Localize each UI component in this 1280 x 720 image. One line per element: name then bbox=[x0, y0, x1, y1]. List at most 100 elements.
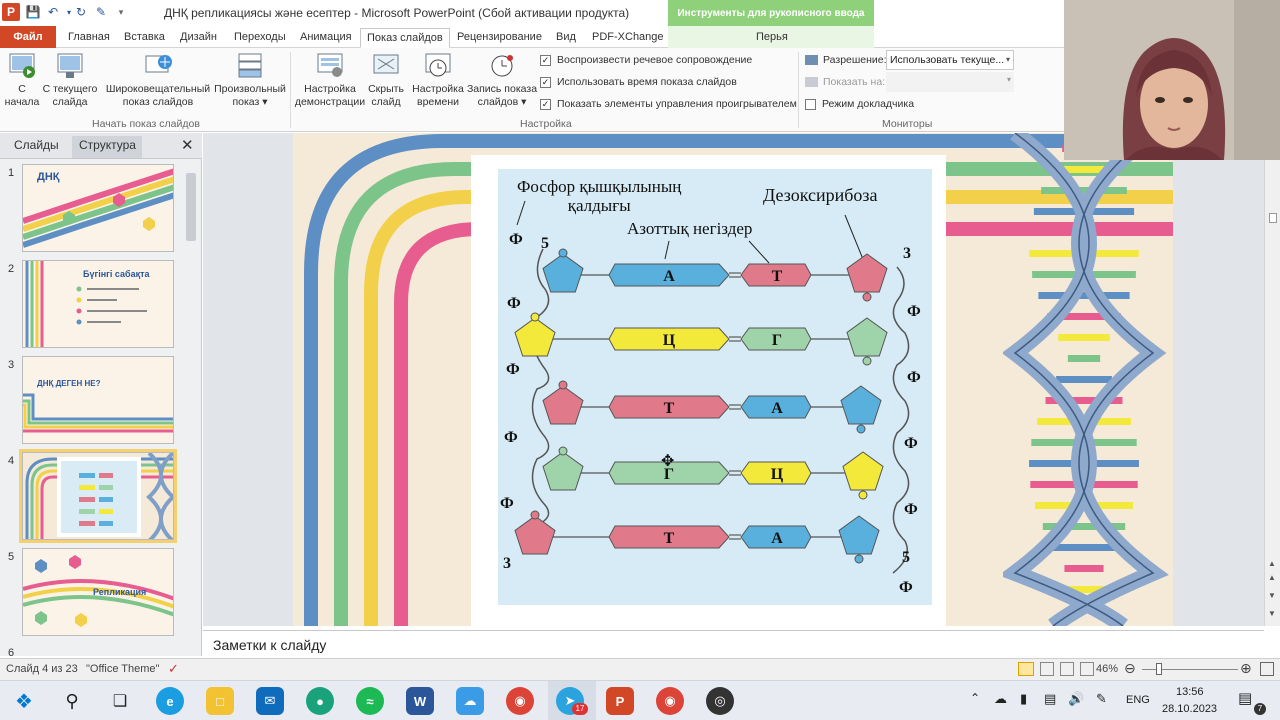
record-show-button[interactable]: Запись показа слайдов ▾ bbox=[466, 52, 538, 109]
onedrive-icon[interactable]: ☁ bbox=[456, 687, 484, 715]
slide-thumbnail-5[interactable]: Репликация bbox=[22, 548, 174, 636]
network-icon[interactable]: ▤ bbox=[1044, 691, 1056, 707]
powerpoint-app-icon[interactable]: P bbox=[2, 3, 20, 21]
checkbox-box[interactable] bbox=[540, 54, 551, 66]
save-icon[interactable]: 💾 bbox=[24, 3, 42, 21]
slide-vertical-scrollbar[interactable]: ▲ ▲ ▼ ▼ bbox=[1264, 133, 1280, 626]
from-start-button[interactable]: С начала bbox=[4, 52, 40, 109]
show-on-select[interactable]: ▾ bbox=[886, 72, 1014, 92]
presenter-view-checkbox[interactable]: Режим докладчика bbox=[805, 98, 914, 110]
store-app-icon[interactable]: ● bbox=[306, 687, 334, 715]
use-timings-checkbox[interactable]: Использовать время показа слайдов bbox=[540, 76, 737, 88]
notification-count: 7 bbox=[1254, 703, 1266, 715]
normal-view-icon[interactable] bbox=[1018, 662, 1034, 676]
zoom-in-icon[interactable]: ⊕ bbox=[1240, 660, 1252, 677]
tab-home[interactable]: Главная bbox=[62, 28, 116, 48]
rehearse-timings-icon bbox=[423, 52, 453, 80]
checkbox-box[interactable] bbox=[540, 76, 551, 88]
resolution-select[interactable]: Использовать текуще... ▾ bbox=[886, 50, 1014, 70]
edge-browser-icon[interactable]: e bbox=[156, 687, 184, 715]
slide-thumbnail-4[interactable] bbox=[19, 449, 177, 543]
helix-rung bbox=[1038, 292, 1130, 299]
search-icon[interactable]: ⚲ bbox=[58, 687, 86, 715]
scroll-thumb[interactable] bbox=[1269, 213, 1277, 223]
resolution-control: Разрешение: bbox=[805, 54, 887, 66]
chrome-icon[interactable]: ◉ bbox=[506, 687, 534, 715]
language-indicator[interactable]: ENG bbox=[1126, 694, 1150, 706]
checkbox-box[interactable] bbox=[540, 98, 551, 110]
clock-time[interactable]: 13:56 bbox=[1176, 686, 1204, 698]
broadcast-button[interactable]: Широковещательный показ слайдов bbox=[104, 52, 212, 109]
word-icon[interactable]: W bbox=[406, 687, 434, 715]
checkbox-box[interactable] bbox=[805, 98, 816, 110]
setup-show-button[interactable]: Настройка демонстрации bbox=[294, 52, 366, 109]
notification-center-icon[interactable]: ▤ bbox=[1238, 689, 1252, 707]
mail-icon[interactable]: ✉ bbox=[256, 687, 284, 715]
zoom-out-icon[interactable]: ⊖ bbox=[1124, 660, 1136, 677]
redo-icon[interactable]: ↻ bbox=[72, 3, 90, 21]
deoxyribose-sugar-right bbox=[838, 515, 880, 555]
clock-date[interactable]: 28.10.2023 bbox=[1162, 703, 1217, 715]
pen-workspace-icon[interactable]: ✎ bbox=[1096, 691, 1107, 707]
tab-design[interactable]: Дизайн bbox=[174, 28, 223, 48]
deoxyribose-sugar-right bbox=[842, 451, 884, 491]
fit-to-window-icon[interactable] bbox=[1260, 662, 1274, 676]
group-separator bbox=[798, 52, 799, 128]
spotify-icon[interactable]: ≈ bbox=[356, 687, 384, 715]
next-slide-icon[interactable]: ▼ bbox=[1268, 591, 1276, 600]
zoom-slider-thumb[interactable] bbox=[1156, 663, 1162, 675]
play-narrations-checkbox[interactable]: Воспроизвести речевое сопровождение bbox=[540, 54, 752, 66]
battery-icon[interactable]: ▮ bbox=[1020, 691, 1027, 707]
slides-pane-scrollbar-thumb[interactable] bbox=[186, 173, 196, 241]
tab-file[interactable]: Файл bbox=[0, 26, 56, 48]
show-hidden-icons-icon[interactable]: ⌃ bbox=[970, 691, 980, 705]
reading-view-icon[interactable] bbox=[1060, 662, 1074, 676]
tab-pdf-xchange[interactable]: PDF-XChange bbox=[586, 28, 670, 48]
tab-review[interactable]: Рецензирование bbox=[451, 28, 548, 48]
phosphate-label: Ф bbox=[506, 361, 520, 378]
scroll-up-icon[interactable]: ▲ bbox=[1268, 559, 1276, 568]
customize-toolbar-icon[interactable]: ▾ bbox=[112, 3, 130, 21]
slide-number: 1 bbox=[8, 167, 15, 179]
custom-show-button[interactable]: Произвольный показ ▾ bbox=[212, 52, 288, 109]
five-prime-label: 5 bbox=[902, 549, 910, 566]
volume-icon[interactable]: 🔊 bbox=[1068, 691, 1084, 707]
slide-thumb-title: ДНҚ bbox=[37, 171, 60, 183]
slideshow-view-icon[interactable] bbox=[1080, 662, 1094, 676]
windows-taskbar: ❖ ⚲ ❏ e □ ✉ ● ≈ W ☁ ◉ ➤ 17 P ◉ ◎ ⌃ ☁ ▮ ▤… bbox=[0, 680, 1280, 720]
tab-animations[interactable]: Анимация bbox=[294, 28, 358, 48]
previous-slide-icon[interactable]: ▲ bbox=[1268, 573, 1276, 582]
tab-slideshow[interactable]: Показ слайдов bbox=[360, 28, 450, 48]
from-current-button[interactable]: С текущего слайда bbox=[42, 52, 98, 109]
title-bar: P 💾 ↶ ▾ ↻ ✎ ▾ ДНҚ репликациясы және есеп… bbox=[0, 0, 1064, 26]
pen-icon[interactable]: ✎ bbox=[92, 3, 110, 21]
tab-slides[interactable]: Слайды bbox=[14, 138, 59, 152]
current-slide[interactable]: АТЦГТАГЦТА Фосфор қышқылының қалдығы Дез… bbox=[293, 133, 1173, 626]
slide-thumbnail-2[interactable]: Бүгінгі сабақта bbox=[22, 260, 174, 348]
hide-slide-button[interactable]: Скрыть слайд bbox=[366, 52, 406, 109]
slide-3-art bbox=[23, 393, 173, 433]
slide-thumbnail-3[interactable]: ДНҚ ДЕГЕН НЕ? bbox=[22, 356, 174, 444]
cloud-sync-icon[interactable]: ☁ bbox=[994, 691, 1007, 707]
chrome-profile-icon[interactable]: ◉ bbox=[656, 687, 684, 715]
close-icon[interactable]: ✕ bbox=[181, 136, 194, 154]
slide-sorter-icon[interactable] bbox=[1040, 662, 1054, 676]
tab-outline[interactable]: Структура bbox=[79, 138, 136, 152]
sugar-node bbox=[862, 292, 872, 302]
scroll-down-icon[interactable]: ▼ bbox=[1268, 609, 1276, 618]
zoom-level[interactable]: 46% bbox=[1096, 663, 1118, 675]
slide-thumbnail-1[interactable]: ДНҚ bbox=[22, 164, 174, 252]
tab-insert[interactable]: Вставка bbox=[118, 28, 171, 48]
tab-view[interactable]: Вид bbox=[550, 28, 582, 48]
windows-start-icon[interactable]: ❖ bbox=[10, 687, 38, 715]
tab-pens[interactable]: Перья bbox=[750, 28, 794, 48]
tab-transitions[interactable]: Переходы bbox=[228, 28, 292, 48]
task-view-icon[interactable]: ❏ bbox=[106, 687, 134, 715]
show-media-controls-checkbox[interactable]: Показать элементы управления проигрывате… bbox=[540, 98, 797, 110]
file-explorer-icon[interactable]: □ bbox=[206, 687, 234, 715]
notes-pane[interactable]: Заметки к слайду bbox=[203, 630, 1264, 658]
spellcheck-icon[interactable]: ✓ bbox=[168, 661, 179, 677]
obs-icon[interactable]: ◎ bbox=[706, 687, 734, 715]
powerpoint-icon[interactable]: P bbox=[606, 687, 634, 715]
rehearse-timings-button[interactable]: Настройка времени bbox=[410, 52, 466, 109]
